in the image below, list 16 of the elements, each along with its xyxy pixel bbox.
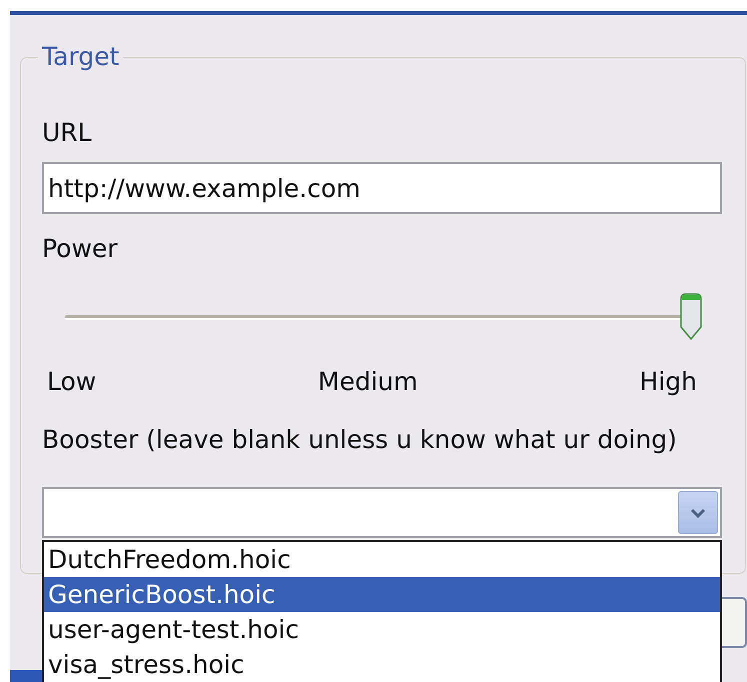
list-item[interactable]: user-agent-test.hoic: [44, 612, 720, 647]
tick-label: Medium: [318, 369, 418, 395]
list-item[interactable]: GenericBoost.hoic: [44, 577, 720, 612]
group-title: Target: [41, 44, 120, 70]
dropdown-button[interactable]: [678, 491, 718, 534]
tick-label: High: [640, 369, 697, 395]
list-item[interactable]: visa_stress.hoic: [44, 647, 720, 682]
chevron-down-icon: [690, 508, 706, 518]
list-item[interactable]: DutchFreedom.hoic: [44, 542, 720, 577]
field-label: Power: [42, 236, 119, 262]
field-label: Booster (leave blank unless u know what ur doing): [42, 427, 678, 453]
field-label: URL: [42, 120, 93, 146]
url-field[interactable]: http://www.example.com: [42, 162, 722, 214]
slider-thumb[interactable]: [680, 293, 702, 341]
dropdown-field[interactable]: [42, 487, 722, 538]
tick-label: Low: [47, 369, 96, 395]
